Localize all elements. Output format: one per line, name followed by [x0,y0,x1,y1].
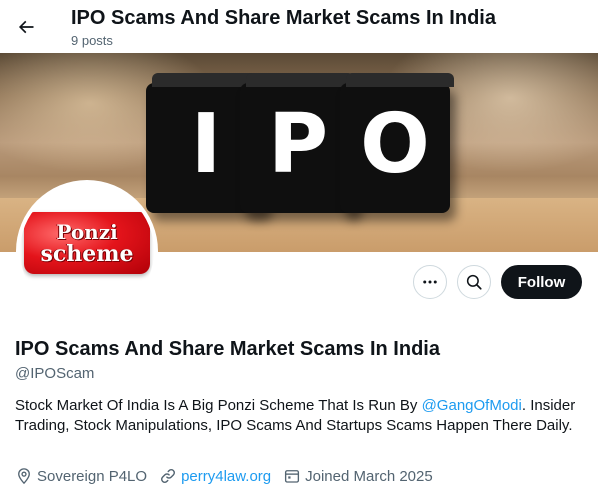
location-icon [18,468,30,485]
banner-cube-o: O [340,73,454,213]
profile-name: IPO Scams And Share Market Scams In Indi… [15,338,440,360]
location: Sovereign P4LO [15,467,147,485]
search-icon [466,274,482,290]
avatar[interactable]: Ponzi scheme [16,180,158,322]
banner-cube-p: P [240,73,356,213]
ponzi-scheme-image: Ponzi scheme [24,212,150,274]
back-button[interactable] [12,13,40,41]
website-link[interactable]: perry4law.org [181,468,271,485]
profile-bio: Stock Market Of India Is A Big Ponzi Sch… [15,397,576,434]
search-button[interactable] [457,265,491,299]
website: perry4law.org [159,467,271,485]
top-bar: IPO Scams And Share Market Scams In Indi… [0,0,598,53]
post-count: 9 posts [71,33,113,48]
header-title: IPO Scams And Share Market Scams In Indi… [71,7,496,29]
profile-meta: Sovereign P4LO perry4law.org Joined Marc… [15,466,445,486]
more-icon [423,280,437,284]
join-date: Joined March 2025 [283,467,433,485]
follow-button[interactable]: Follow [501,265,582,299]
calendar-icon [285,470,300,483]
profile-handle: @IPOScam [15,365,95,382]
mention-link[interactable]: @GangOfModi [422,397,522,414]
more-button[interactable] [413,265,447,299]
link-icon [161,469,176,483]
back-arrow-icon [18,20,34,34]
